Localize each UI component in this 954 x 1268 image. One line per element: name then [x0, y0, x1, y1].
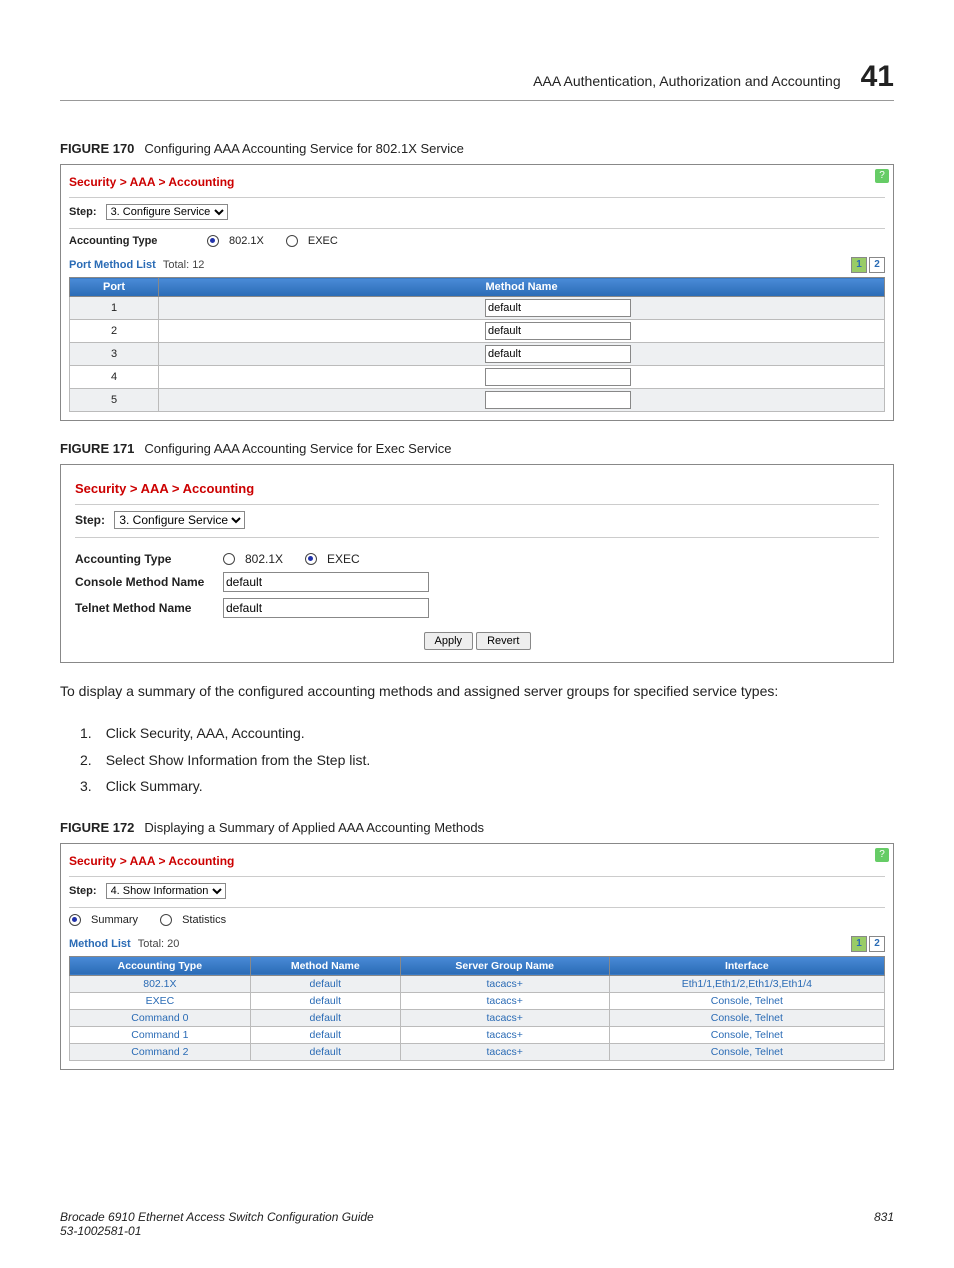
telnet-method-label: Telnet Method Name	[75, 601, 215, 615]
figure-172-caption: FIGURE 172Displaying a Summary of Applie…	[60, 820, 894, 835]
step-select[interactable]: 3. Configure Service	[106, 204, 228, 220]
method-list-label: Method List	[69, 938, 131, 950]
accounting-type-label: Accounting Type	[69, 235, 199, 247]
step-list: 1.Click Security, AAA, Accounting. 2.Sel…	[60, 720, 894, 800]
step-select[interactable]: 3. Configure Service	[114, 511, 245, 529]
table-row: 2	[70, 320, 885, 343]
apply-button[interactable]: Apply	[424, 632, 474, 650]
col-method: Method Name	[159, 278, 885, 297]
figure-171-panel: Security > AAA > Accounting Step: 3. Con…	[60, 464, 894, 663]
step-label: Step:	[69, 206, 97, 218]
breadcrumb: Security > AAA > Accounting	[69, 175, 885, 189]
figure-170-panel: ? Security > AAA > Accounting Step: 3. C…	[60, 164, 894, 421]
breadcrumb: Security > AAA > Accounting	[75, 481, 879, 496]
figure-172-panel: ? Security > AAA > Accounting Step: 4. S…	[60, 843, 894, 1070]
chapter-number: 41	[861, 60, 894, 94]
port-method-table: Port Method Name 1 2 3 4 5	[69, 277, 885, 412]
step-select[interactable]: 4. Show Information	[106, 883, 226, 899]
pager[interactable]: 1 2	[851, 936, 885, 952]
radio-summary[interactable]	[69, 914, 81, 926]
col-port: Port	[70, 278, 159, 297]
figure-170-caption: FIGURE 170Configuring AAA Accounting Ser…	[60, 141, 894, 156]
table-row: 1	[70, 297, 885, 320]
step-label: Step:	[69, 885, 97, 897]
table-row: 5	[70, 389, 885, 412]
telnet-method-input[interactable]	[223, 598, 429, 618]
radio-exec[interactable]	[286, 235, 298, 247]
table-row: EXECdefaulttacacs+Console, Telnet	[70, 992, 885, 1009]
method-input[interactable]	[485, 299, 631, 317]
accounting-type-label: Accounting Type	[75, 552, 215, 566]
help-icon[interactable]: ?	[875, 169, 889, 183]
revert-button[interactable]: Revert	[476, 632, 530, 650]
step-label: Step:	[75, 513, 105, 527]
table-row: 4	[70, 366, 885, 389]
console-method-label: Console Method Name	[75, 575, 215, 589]
console-method-input[interactable]	[223, 572, 429, 592]
summary-table: Accounting Type Method Name Server Group…	[69, 956, 885, 1061]
section-title: AAA Authentication, Authorization and Ac…	[533, 73, 840, 89]
table-row: 802.1Xdefaulttacacs+Eth1/1,Eth1/2,Eth1/3…	[70, 975, 885, 992]
table-row: 3	[70, 343, 885, 366]
radio-statistics[interactable]	[160, 914, 172, 926]
port-method-list-label: Port Method List	[69, 259, 156, 271]
summary-intro-text: To display a summary of the configured a…	[60, 681, 894, 702]
radio-8021x[interactable]	[207, 235, 219, 247]
help-icon[interactable]: ?	[875, 848, 889, 862]
table-row: Command 2defaulttacacs+Console, Telnet	[70, 1043, 885, 1060]
footer-left: Brocade 6910 Ethernet Access Switch Conf…	[60, 1210, 374, 1238]
table-row: Command 0defaulttacacs+Console, Telnet	[70, 1009, 885, 1026]
method-input[interactable]	[485, 322, 631, 340]
breadcrumb: Security > AAA > Accounting	[69, 854, 885, 868]
page-number: 831	[874, 1210, 894, 1238]
radio-8021x[interactable]	[223, 553, 235, 565]
pager[interactable]: 1 2	[851, 257, 885, 273]
radio-exec[interactable]	[305, 553, 317, 565]
table-row: Command 1defaulttacacs+Console, Telnet	[70, 1026, 885, 1043]
method-input[interactable]	[485, 345, 631, 363]
method-input[interactable]	[485, 368, 631, 386]
method-input[interactable]	[485, 391, 631, 409]
figure-171-caption: FIGURE 171Configuring AAA Accounting Ser…	[60, 441, 894, 456]
